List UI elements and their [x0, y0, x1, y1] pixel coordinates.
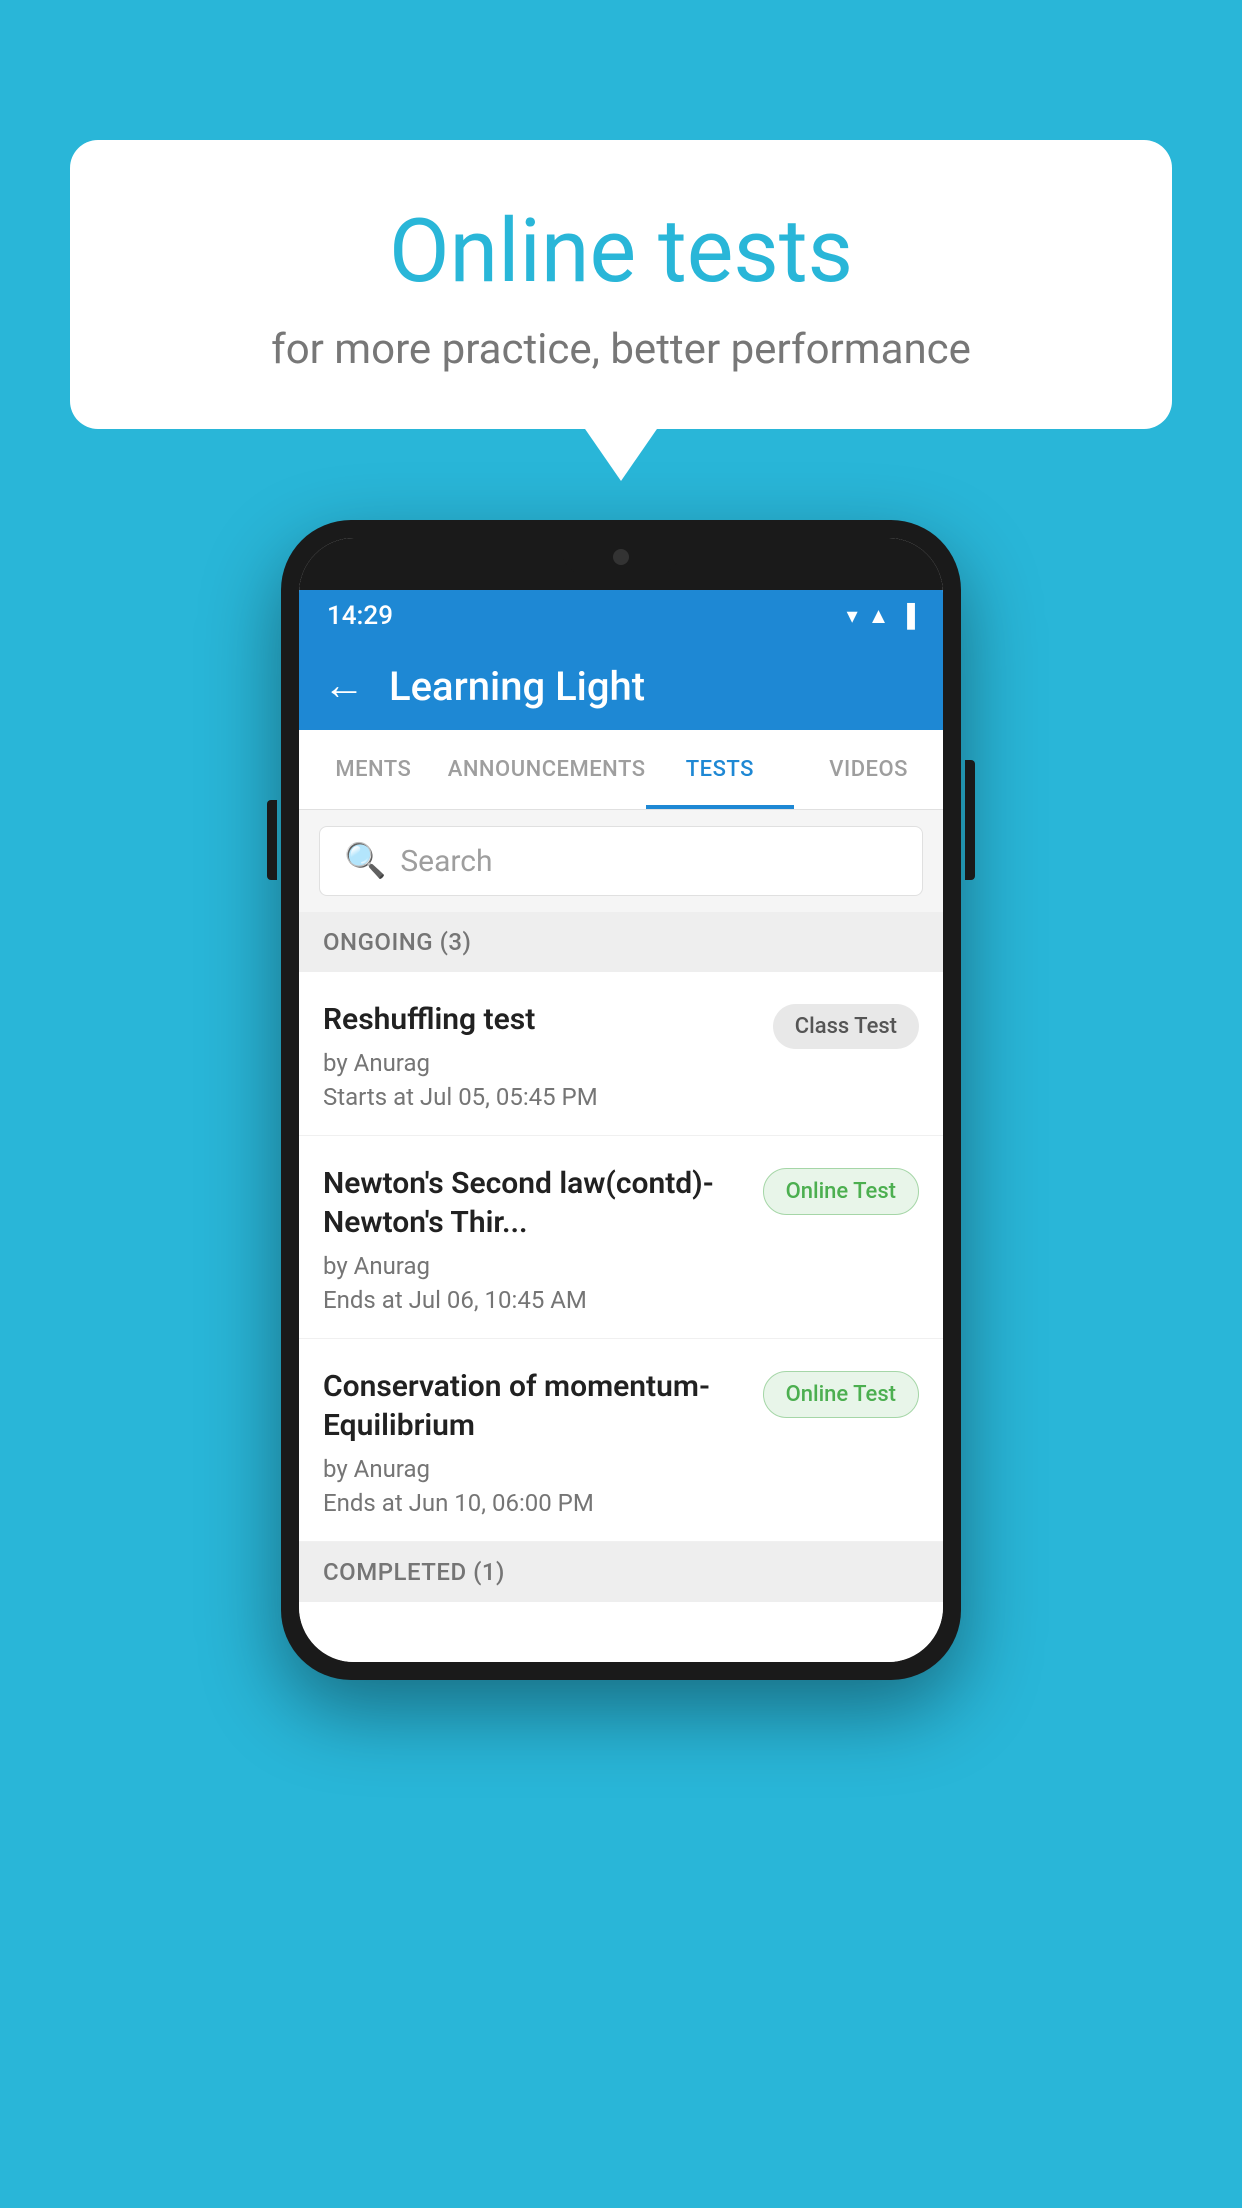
signal-icon: ▲: [868, 603, 890, 629]
test-date: Ends at Jul 06, 10:45 AM: [323, 1286, 747, 1314]
test-badge: Online Test: [763, 1168, 919, 1215]
bubble-subtitle: for more practice, better performance: [140, 325, 1102, 374]
completed-section-header: COMPLETED (1): [299, 1542, 943, 1602]
test-info: Newton's Second law(contd)-Newton's Thir…: [323, 1164, 763, 1314]
tab-videos[interactable]: VIDEOS: [794, 730, 943, 809]
completed-label: COMPLETED (1): [323, 1558, 505, 1586]
search-container: 🔍 Search: [299, 810, 943, 912]
test-name: Conservation of momentum-Equilibrium: [323, 1367, 747, 1445]
bubble-title: Online tests: [140, 200, 1102, 303]
test-name: Newton's Second law(contd)-Newton's Thir…: [323, 1164, 747, 1242]
wifi-icon: ▾: [847, 604, 858, 629]
speech-bubble: Online tests for more practice, better p…: [70, 140, 1172, 429]
notch-cutout: [561, 538, 681, 576]
phone-bottom: [299, 1602, 943, 1662]
test-info: Conservation of momentum-Equilibrium by …: [323, 1367, 763, 1517]
test-date: Ends at Jun 10, 06:00 PM: [323, 1489, 747, 1517]
test-info: Reshuffling test by Anurag Starts at Jul…: [323, 1000, 773, 1111]
search-input-wrap[interactable]: 🔍 Search: [319, 826, 923, 896]
tab-ments[interactable]: MENTS: [299, 730, 448, 809]
phone-notch: [299, 538, 943, 590]
test-item[interactable]: Reshuffling test by Anurag Starts at Jul…: [299, 972, 943, 1136]
camera: [613, 549, 629, 565]
tab-announcements[interactable]: ANNOUNCEMENTS: [448, 730, 646, 809]
status-bar: 14:29 ▾ ▲ ▐: [299, 590, 943, 642]
app-title: Learning Light: [389, 663, 645, 710]
ongoing-label: ONGOING (3): [323, 928, 471, 956]
phone-mockup: 14:29 ▾ ▲ ▐ ← Learning Light MENTS ANNOU…: [281, 520, 961, 1680]
test-date: Starts at Jul 05, 05:45 PM: [323, 1083, 757, 1111]
test-badge: Class Test: [773, 1004, 919, 1049]
test-author: by Anurag: [323, 1049, 757, 1077]
ongoing-section-header: ONGOING (3): [299, 912, 943, 972]
status-icons: ▾ ▲ ▐: [847, 603, 915, 629]
back-button[interactable]: ←: [323, 665, 365, 707]
app-bar: ← Learning Light: [299, 642, 943, 730]
test-author: by Anurag: [323, 1455, 747, 1483]
tabs-bar: MENTS ANNOUNCEMENTS TESTS VIDEOS: [299, 730, 943, 810]
search-icon: 🔍: [344, 841, 386, 881]
test-author: by Anurag: [323, 1252, 747, 1280]
phone-outer: 14:29 ▾ ▲ ▐ ← Learning Light MENTS ANNOU…: [281, 520, 961, 1680]
test-badge: Online Test: [763, 1371, 919, 1418]
test-item[interactable]: Newton's Second law(contd)-Newton's Thir…: [299, 1136, 943, 1339]
test-name: Reshuffling test: [323, 1000, 757, 1039]
status-time: 14:29: [327, 601, 393, 631]
test-list: Reshuffling test by Anurag Starts at Jul…: [299, 972, 943, 1542]
battery-icon: ▐: [899, 603, 915, 629]
phone-inner: 14:29 ▾ ▲ ▐ ← Learning Light MENTS ANNOU…: [299, 538, 943, 1662]
test-item[interactable]: Conservation of momentum-Equilibrium by …: [299, 1339, 943, 1542]
search-placeholder: Search: [400, 844, 492, 879]
tab-tests[interactable]: TESTS: [646, 730, 795, 809]
